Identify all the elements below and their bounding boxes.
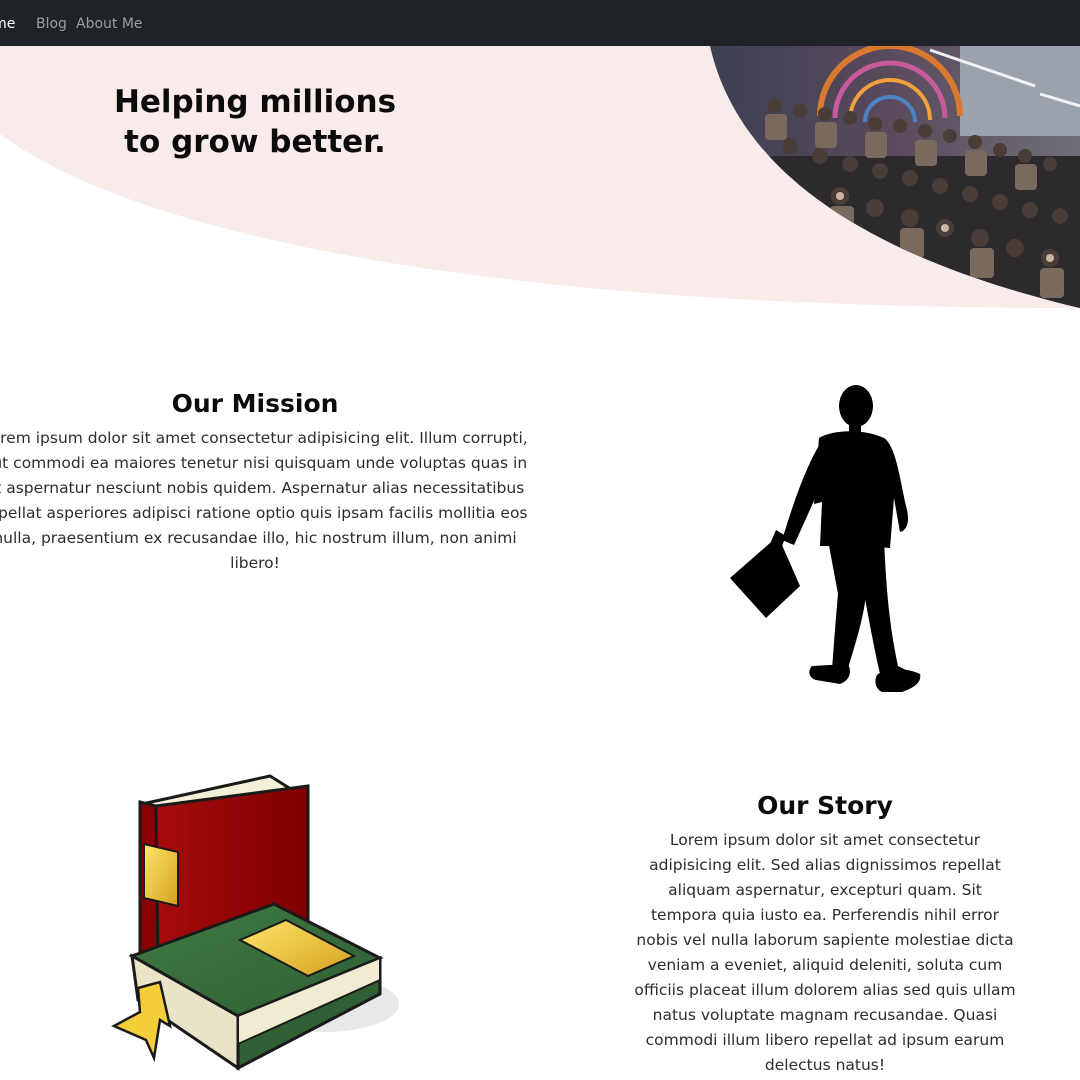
hero-headline-line1: Helping millions — [113, 84, 397, 120]
nav-link-blog[interactable]: Blog — [36, 16, 67, 32]
businessman-walking-silhouette-icon — [730, 385, 921, 692]
nav-link-about-me[interactable]: About Me — [76, 16, 143, 32]
page: Home Blog About Me — [0, 0, 1080, 1080]
mission-text: Lorem ipsum dolor sit amet consectetur a… — [0, 429, 528, 572]
story-title: Our Story — [757, 791, 893, 820]
nav-link-home[interactable]: Home — [0, 16, 15, 32]
hero-section: Helping millions to grow better. — [0, 46, 1080, 316]
top-navbar: Home Blog About Me — [0, 0, 1080, 46]
books-icon — [111, 774, 399, 1071]
story-text: Lorem ipsum dolor sit amet consectetur a… — [634, 831, 1016, 1074]
mission-title: Our Mission — [171, 389, 339, 418]
hero-headline-line2: to grow better. — [124, 124, 386, 160]
hero-headline: Helping millions to grow better. — [90, 82, 420, 162]
